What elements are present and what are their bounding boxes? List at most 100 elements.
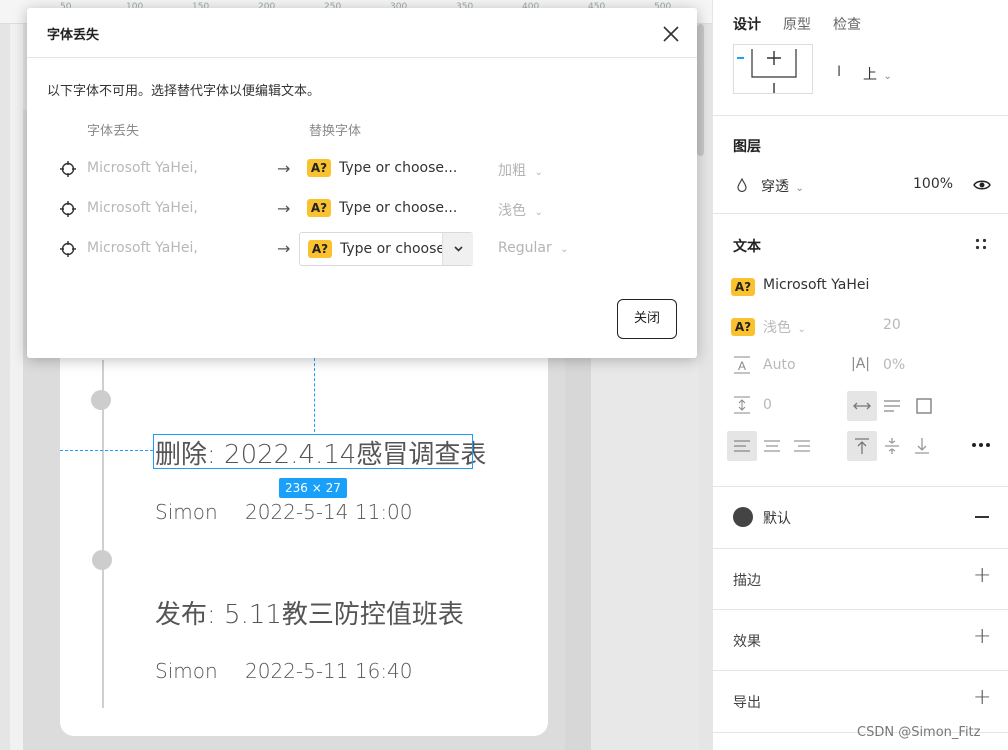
stroke-section: 描边 + [713, 549, 1008, 610]
line-height-icon: A [733, 356, 751, 374]
crosshair-icon[interactable] [59, 240, 77, 258]
crosshair-icon[interactable] [59, 160, 77, 178]
font-weight-value: 浅色 [763, 320, 791, 336]
text-section: 文本 A? Microsoft YaHei A? 浅色 ⌄ 20 A Auto … [713, 214, 1008, 487]
fixed-size-button[interactable] [909, 391, 939, 421]
missing-fonts-dialog: 字体丢失 以下字体不可用。选择替代字体以便编辑文本。 字体丢失 替换字体 Mic… [27, 8, 697, 358]
crosshair-icon[interactable] [59, 200, 77, 218]
replacement-font-input[interactable]: Type or choose [340, 241, 443, 257]
tab-inspect[interactable]: 检查 [833, 14, 861, 34]
canvas-scrollbar[interactable] [697, 24, 704, 156]
font-style-label: 浅色 [498, 203, 526, 219]
dialog-title: 字体丢失 [47, 28, 100, 43]
close-icon[interactable] [659, 22, 683, 46]
fill-style-name[interactable]: 默认 [763, 508, 791, 528]
more-options-icon[interactable] [971, 442, 991, 448]
chevron-down-icon: ⌄ [795, 183, 804, 194]
font-size-input[interactable]: 20 [883, 317, 901, 333]
arrow-right-icon: → [277, 159, 291, 178]
font-weight-select[interactable]: 浅色 ⌄ [763, 317, 806, 337]
entry-title[interactable]: 发布: 5.11教三防控值班表 [155, 594, 464, 631]
replacement-font-picker[interactable]: A? Type or choose... [299, 192, 473, 226]
chevron-down-icon: ⌄ [534, 207, 543, 218]
line-height-input[interactable]: Auto [763, 357, 796, 373]
properties-panel: 设计 原型 检查 Ι 上 ⌄ 图层 穿透 ⌄ 100% 文本 A? Micros… [712, 0, 1008, 750]
paragraph-spacing-icon [733, 396, 751, 414]
arrow-right-icon: → [277, 199, 291, 218]
layer-title: 图层 [733, 139, 761, 155]
entry-author[interactable]: Simon [155, 500, 218, 524]
chevron-down-icon: ⌄ [797, 324, 806, 335]
arrow-right-icon: → [277, 239, 291, 258]
align-center-button[interactable] [757, 431, 787, 461]
entry-time[interactable]: 2022-5-14 11:00 [245, 500, 413, 524]
vertical-constraint-select[interactable]: 上 ⌄ [863, 64, 892, 84]
add-export-icon[interactable]: + [973, 685, 991, 710]
close-button[interactable]: 关闭 [617, 299, 677, 339]
font-family-input[interactable]: Microsoft YaHei [763, 277, 869, 293]
replacement-font-picker[interactable]: A? Type or choose [299, 232, 473, 266]
eye-icon[interactable] [973, 178, 991, 192]
align-left-button[interactable] [727, 431, 757, 461]
dropdown-button[interactable] [442, 233, 473, 265]
blend-mode-select[interactable]: 穿透 ⌄ [761, 176, 804, 196]
auto-width-button[interactable] [847, 391, 877, 421]
replacement-font-input[interactable]: Type or choose... [339, 160, 463, 176]
text-title: 文本 [733, 239, 761, 255]
effects-section: 效果 + [713, 610, 1008, 671]
font-warning-icon: A? [308, 240, 332, 258]
dialog-description: 以下字体不可用。选择替代字体以便编辑文本。 [47, 84, 321, 99]
constraint-value: 上 [863, 67, 877, 83]
paragraph-spacing-input[interactable]: 0 [763, 397, 772, 413]
text-styles-grid-icon[interactable] [975, 238, 987, 250]
missing-font-name: Microsoft YaHei, [87, 240, 198, 256]
align-middle-button[interactable] [877, 431, 907, 461]
export-title: 导出 [733, 695, 761, 711]
replacement-font-picker[interactable]: A? Type or choose... [299, 152, 473, 186]
auto-height-button[interactable] [877, 391, 907, 421]
opacity-input[interactable]: 100% [913, 176, 953, 192]
font-warning-icon: A? [731, 318, 755, 336]
chevron-down-icon: ⌄ [560, 244, 569, 255]
font-style-select[interactable]: 加粗 ⌄ [498, 160, 543, 180]
blend-mode-value: 穿透 [761, 179, 789, 195]
align-right-button[interactable] [787, 431, 817, 461]
font-warning-icon: A? [307, 159, 331, 177]
font-style-select[interactable]: Regular ⌄ [498, 240, 569, 256]
font-row: Microsoft YaHei, → A? Type or choose... … [27, 150, 697, 190]
letter-spacing-input[interactable]: 0% [883, 357, 905, 373]
add-stroke-icon[interactable]: + [973, 563, 991, 588]
missing-font-name: Microsoft YaHei, [87, 200, 198, 216]
constraint-widget[interactable] [733, 44, 813, 94]
column-header-missing: 字体丢失 [87, 124, 140, 139]
font-row: Microsoft YaHei, → A? Type or choose Reg… [27, 230, 697, 270]
align-bottom-button[interactable] [907, 431, 937, 461]
entry-author[interactable]: Simon [155, 659, 218, 683]
missing-font-name: Microsoft YaHei, [87, 160, 198, 176]
measure-guide-vertical [314, 358, 315, 432]
layer-section: 图层 穿透 ⌄ 100% [713, 116, 1008, 214]
fill-section: 默认 [713, 487, 1008, 549]
remove-fill-icon[interactable] [975, 516, 989, 518]
dialog-header: 字体丢失 [27, 8, 697, 58]
stroke-title: 描边 [733, 573, 761, 589]
font-style-select[interactable]: 浅色 ⌄ [498, 200, 543, 220]
selection-box[interactable] [153, 434, 473, 469]
add-effect-icon[interactable]: + [973, 624, 991, 649]
timeline-dot [91, 390, 111, 410]
measure-guide-horizontal [60, 450, 153, 451]
effects-title: 效果 [733, 634, 761, 650]
constraints-section: Ι 上 ⌄ [713, 40, 1008, 116]
tab-prototype[interactable]: 原型 [783, 14, 811, 34]
export-section: 导出 + [713, 671, 1008, 733]
tab-design[interactable]: 设计 [733, 14, 761, 34]
align-top-button[interactable] [847, 431, 877, 461]
fill-color-swatch[interactable] [733, 507, 753, 527]
left-ruler-strip [10, 24, 23, 750]
svg-text:A: A [738, 359, 746, 373]
replacement-font-input[interactable]: Type or choose... [339, 200, 463, 216]
font-warning-icon: A? [307, 199, 331, 217]
letter-spacing-icon: |A| [851, 356, 871, 372]
entry-time[interactable]: 2022-5-11 16:40 [245, 659, 413, 683]
chevron-down-icon: ⌄ [883, 71, 892, 82]
